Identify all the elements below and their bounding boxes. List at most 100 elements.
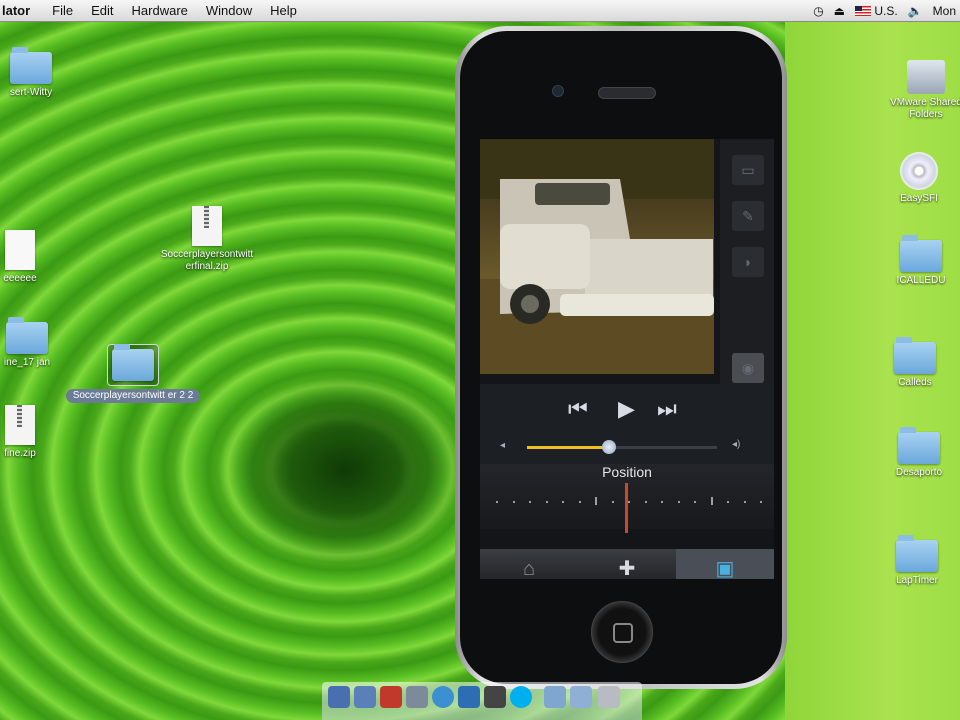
edit-icon[interactable]: ✎	[732, 201, 764, 231]
safari-icon[interactable]	[432, 686, 454, 708]
cd-icon	[900, 152, 938, 190]
shared-drive-icon	[907, 60, 945, 94]
volume-icon[interactable]: 🔈	[908, 4, 923, 18]
desktop-icon[interactable]: ICALLEDU	[888, 235, 954, 287]
finder-icon[interactable]	[328, 686, 350, 708]
desktop-icon-label: Soccerplayersontwitt er 2 2	[66, 389, 200, 403]
desktop-icon-label: Calleds	[898, 377, 932, 388]
menu-file[interactable]: File	[52, 3, 73, 18]
side-panel: ▭ ✎ ◗ ◉	[720, 139, 774, 384]
desktop-icon-label: sert-Witty	[9, 87, 53, 98]
preview-icon[interactable]	[406, 686, 428, 708]
volume-track[interactable]	[527, 440, 717, 454]
terminal-icon[interactable]	[484, 686, 506, 708]
scrubber-tick	[743, 501, 746, 503]
folder-icon	[898, 427, 940, 464]
trash-icon[interactable]	[598, 686, 620, 708]
locale-label: U.S.	[874, 3, 898, 18]
scrubber-tick	[628, 501, 630, 503]
scrubber-tick	[760, 501, 762, 503]
scrubber-tick	[562, 501, 564, 503]
desktop-icon-label: VMware Shared Folders	[890, 97, 960, 120]
scrubber-tick	[512, 501, 515, 503]
desktop-icon[interactable]: LapTimer	[884, 535, 950, 587]
downloads-stack-icon[interactable]	[544, 686, 566, 708]
volume-low-icon: ◂	[500, 440, 506, 451]
scrubber-tick	[710, 497, 713, 505]
album-artwork	[480, 139, 714, 374]
desktop-icon-label: ICALLEDU	[896, 275, 946, 286]
clock[interactable]: Mon	[933, 4, 956, 18]
folder-icon	[894, 337, 936, 374]
desktop-icon[interactable]: fine.zip	[0, 405, 44, 460]
desktop-icon-label: LapTimer	[896, 575, 938, 586]
next-track-icon[interactable]: ⏭	[657, 396, 677, 422]
desktop-icon-label: Desaporto	[895, 467, 943, 478]
scrubber-title: Position	[602, 464, 652, 480]
volume-fill	[527, 446, 609, 449]
menu-hardware[interactable]: Hardware	[132, 3, 188, 18]
scrubber-tick	[661, 501, 663, 503]
time-machine-icon[interactable]: ◷	[813, 4, 823, 18]
desktop-icon[interactable]: Soccerplayersontwitt erfinal.zip	[145, 206, 269, 273]
desktop-icon[interactable]: eeeeee	[0, 230, 44, 285]
desktop-icon[interactable]: Desaporto	[884, 427, 954, 479]
desktop-icon-label: EasySFI	[900, 193, 938, 204]
iphone-simulator: ▭ ✎ ◗ ◉ ⏮ ▶ ⏭ ◂ ◂) Position ⌂ ✚ ▣	[455, 26, 787, 689]
previous-track-icon[interactable]: ⏮	[568, 396, 588, 422]
eject-icon[interactable]: ⏏	[834, 4, 845, 18]
calendar-icon[interactable]	[380, 686, 402, 708]
add-icon: ✚	[618, 558, 636, 579]
folder-icon	[112, 344, 154, 381]
desktop-icon-label: eeeeee	[3, 273, 37, 284]
zip-file-icon	[192, 206, 222, 246]
scrubber-tick	[545, 501, 548, 503]
position-needle[interactable]	[625, 483, 628, 533]
playback-controls: ⏮ ▶ ⏭ ◂ ◂)	[480, 384, 774, 464]
folder-icon	[900, 235, 942, 272]
scrubber-tick	[496, 501, 498, 503]
scrubber-tick	[727, 501, 729, 503]
tab-player[interactable]: ▣	[676, 549, 774, 579]
scrubber-tick	[578, 501, 581, 503]
desktop-icon[interactable]: VMware Shared Folders	[878, 60, 960, 121]
mail-icon[interactable]	[354, 686, 376, 708]
folder-icon	[896, 535, 938, 572]
input-menu[interactable]: U.S.	[855, 4, 898, 18]
desktop-icon[interactable]: EasySFI	[888, 152, 950, 205]
equalizer-icon[interactable]: ▭	[732, 155, 764, 185]
desktop-icon[interactable]: sert-Witty	[0, 47, 62, 99]
zip-file-icon	[5, 405, 35, 445]
truck-image	[480, 139, 714, 374]
phone-screen: ▭ ✎ ◗ ◉ ⏮ ▶ ⏭ ◂ ◂) Position ⌂ ✚ ▣	[480, 139, 774, 579]
xcode-icon[interactable]	[458, 686, 480, 708]
menu-help[interactable]: Help	[270, 3, 297, 18]
documents-stack-icon[interactable]	[570, 686, 592, 708]
camera-icon[interactable]: ◉	[732, 353, 764, 383]
scrubber-tick	[677, 501, 680, 503]
menu-bar: lator File Edit Hardware Window Help ◷ ⏏…	[0, 0, 960, 22]
tab-home[interactable]: ⌂	[480, 549, 578, 579]
desktop-icon-label: Soccerplayersontwitt erfinal.zip	[160, 249, 254, 272]
menu-window[interactable]: Window	[206, 3, 252, 18]
scrubber-tick	[595, 497, 597, 505]
volume-slider-thumb[interactable]	[601, 440, 616, 454]
airplay-icon[interactable]: ◗	[732, 247, 764, 277]
menu-edit[interactable]: Edit	[91, 3, 113, 18]
desktop-icon-selected[interactable]: Soccerplayersontwitt er 2 2	[66, 344, 200, 403]
app-menu[interactable]: lator	[2, 3, 30, 18]
desktop-icon-label: fine.zip	[4, 448, 36, 459]
folder-icon	[6, 317, 48, 354]
home-button[interactable]	[591, 601, 653, 663]
phone-face: ▭ ✎ ◗ ◉ ⏮ ▶ ⏭ ◂ ◂) Position ⌂ ✚ ▣	[460, 31, 782, 684]
selection-box	[107, 344, 159, 386]
desktop-icon[interactable]: ine_17 jan	[0, 317, 58, 369]
player-icon: ▣	[715, 558, 735, 579]
play-icon[interactable]: ▶	[618, 396, 635, 422]
skype-icon[interactable]	[510, 686, 532, 708]
scrubber-tick	[529, 501, 531, 503]
scrubber-tick	[644, 501, 647, 503]
desktop-icon-label: ine_17 jan	[3, 357, 51, 368]
tab-add[interactable]: ✚	[578, 549, 676, 579]
desktop-icon[interactable]: Calleds	[884, 337, 946, 389]
